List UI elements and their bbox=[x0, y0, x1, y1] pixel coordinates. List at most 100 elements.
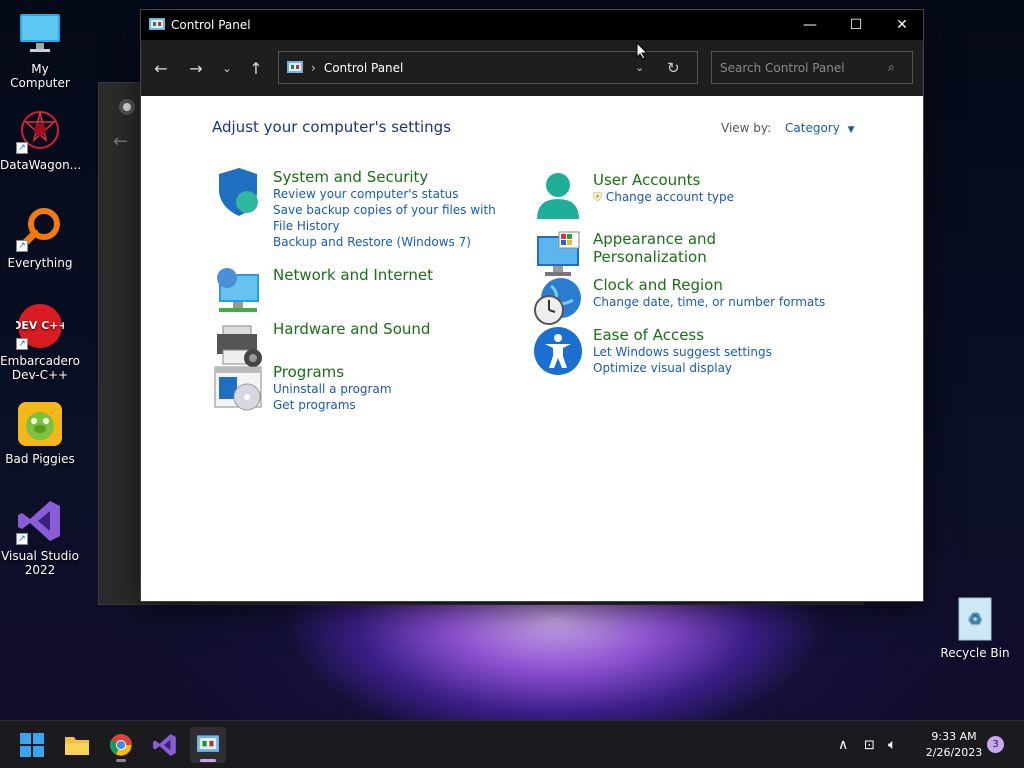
accessibility-icon bbox=[534, 327, 582, 375]
forward-button[interactable]: → bbox=[183, 56, 209, 80]
link-change-date-formats[interactable]: Change date, time, or number formats bbox=[593, 294, 825, 310]
notification-badge[interactable]: 3 bbox=[987, 736, 1004, 753]
breadcrumb-control-panel[interactable]: Control Panel bbox=[324, 61, 404, 75]
category-title[interactable]: User Accounts bbox=[593, 171, 734, 189]
category-system-security: System and Security Review your computer… bbox=[213, 168, 503, 250]
search-box[interactable]: ⌕ bbox=[711, 51, 913, 84]
desktop-icon-my-computer[interactable]: My Computer bbox=[0, 10, 80, 90]
title-bar[interactable]: Control Panel — ☐ ✕ bbox=[141, 10, 923, 40]
view-by: View by: Category ▼ bbox=[721, 121, 855, 135]
start-button[interactable] bbox=[14, 727, 50, 763]
clock-time: 9:33 AM bbox=[931, 730, 977, 743]
desktop-icon-label: Embarcadero Dev-C++ bbox=[0, 354, 80, 382]
volume-icon[interactable]: 🔈︎ bbox=[888, 721, 896, 768]
control-panel-content: Adjust your computer's settings View by:… bbox=[141, 96, 923, 601]
shield-icon bbox=[219, 168, 258, 216]
recycle-bin-icon: ♻ bbox=[958, 597, 992, 641]
network-tray-icon[interactable]: ⊡ bbox=[864, 721, 875, 768]
control-panel-icon bbox=[149, 18, 165, 30]
clock-globe-icon bbox=[534, 278, 581, 325]
system-clock[interactable]: 9:33 AM 2/26/2023 bbox=[918, 729, 990, 761]
shortcut-arrow-icon: ↗ bbox=[16, 338, 28, 350]
desktop-icon-bad-piggies[interactable]: Bad Piggies bbox=[0, 400, 80, 466]
monitor-icon bbox=[16, 10, 64, 58]
link-change-account-type-label: Change account type bbox=[605, 190, 735, 204]
active-indicator bbox=[200, 759, 216, 762]
close-button[interactable]: ✕ bbox=[879, 10, 925, 40]
desktop-icon-label: My Computer bbox=[10, 62, 70, 90]
link-file-history[interactable]: Save backup copies of your files with Fi… bbox=[273, 202, 503, 234]
category-appearance-personalization: Appearance and Personalization bbox=[533, 230, 833, 280]
desktop-icon-recycle-bin[interactable]: ♻ Recycle Bin bbox=[936, 596, 1014, 660]
category-title[interactable]: Appearance and Personalization bbox=[593, 230, 833, 266]
link-suggest-settings[interactable]: Let Windows suggest settings bbox=[593, 344, 772, 360]
category-clock-region: Clock and Region Change date, time, or n… bbox=[533, 276, 833, 326]
category-title[interactable]: Ease of Access bbox=[593, 326, 772, 344]
link-review-status[interactable]: Review your computer's status bbox=[273, 186, 503, 202]
taskbar: ∧ ⊡ 🔈︎ 9:33 AM 2/26/2023 bbox=[0, 720, 1024, 768]
desktop-icon-label: Visual Studio 2022 bbox=[1, 549, 79, 577]
user-icon bbox=[537, 173, 579, 219]
shortcut-arrow-icon: ↗ bbox=[16, 533, 28, 545]
search-icon[interactable]: ⌕ bbox=[888, 60, 895, 75]
search-input[interactable] bbox=[720, 60, 880, 75]
taskbar-file-explorer[interactable] bbox=[59, 727, 95, 763]
desktop-icon-label: Everything bbox=[7, 256, 73, 270]
category-title[interactable]: Hardware and Sound bbox=[273, 320, 430, 338]
refresh-button[interactable]: ↻ bbox=[667, 59, 680, 77]
maximize-button[interactable]: ☐ bbox=[833, 10, 879, 40]
uac-shield-icon: ⛨ bbox=[593, 190, 603, 204]
view-by-dropdown[interactable]: Category bbox=[785, 121, 840, 135]
svg-text:DEV C++: DEV C++ bbox=[16, 319, 64, 332]
recent-locations-button[interactable]: ⌄ bbox=[214, 56, 240, 80]
window-title: Control Panel bbox=[171, 18, 251, 32]
chrome-icon bbox=[109, 734, 132, 756]
category-title[interactable]: System and Security bbox=[273, 168, 503, 186]
link-get-programs[interactable]: Get programs bbox=[273, 397, 392, 413]
shortcut-arrow-icon: ↗ bbox=[16, 142, 28, 154]
visual-studio-icon bbox=[153, 734, 176, 756]
desktop-icon-datawagon[interactable]: ↗ DataWagon... bbox=[0, 106, 81, 172]
back-arrow-icon[interactable]: ← bbox=[113, 131, 128, 152]
show-hidden-icons-button[interactable]: ∧ bbox=[838, 721, 848, 768]
category-title[interactable]: Programs bbox=[273, 363, 392, 381]
control-panel-window[interactable]: Control Panel — ☐ ✕ ← → ⌄ ↑ › Control Pa… bbox=[140, 9, 924, 602]
category-user-accounts: User Accounts ⛨ Change account type bbox=[533, 171, 833, 221]
control-panel-icon bbox=[197, 735, 219, 752]
page-title: Adjust your computer's settings bbox=[212, 118, 452, 136]
folder-icon bbox=[65, 737, 89, 755]
taskbar-control-panel[interactable] bbox=[190, 727, 226, 763]
minimize-button[interactable]: — bbox=[787, 10, 833, 40]
shortcut-arrow-icon: ↗ bbox=[16, 240, 28, 252]
link-uninstall-program[interactable]: Uninstall a program bbox=[273, 381, 392, 397]
running-indicator bbox=[116, 759, 126, 762]
bad-piggies-icon bbox=[16, 400, 64, 448]
desktop-icon-visual-studio[interactable]: ↗ Visual Studio 2022 bbox=[0, 497, 80, 577]
desktop-icon-label: Bad Piggies bbox=[5, 452, 75, 466]
navigation-toolbar: ← → ⌄ ↑ › Control Panel ⌄ ↻ ⌕ bbox=[141, 40, 923, 96]
taskbar-visual-studio[interactable] bbox=[147, 727, 183, 763]
view-by-label: View by: bbox=[721, 121, 772, 135]
up-button[interactable]: ↑ bbox=[243, 56, 269, 80]
category-title[interactable]: Network and Internet bbox=[273, 266, 433, 284]
breadcrumb-separator-icon: › bbox=[311, 60, 316, 75]
taskbar-chrome[interactable] bbox=[103, 727, 139, 763]
mouse-cursor-icon bbox=[636, 42, 648, 60]
datawagon-icon: ↗ bbox=[16, 106, 64, 154]
category-title[interactable]: Clock and Region bbox=[593, 276, 825, 294]
address-dropdown-icon[interactable]: ⌄ bbox=[635, 61, 644, 74]
svg-text:♻: ♻ bbox=[968, 609, 982, 628]
link-change-account-type[interactable]: ⛨ Change account type bbox=[593, 189, 734, 205]
devcpp-icon: DEV C++ ↗ bbox=[12, 302, 68, 350]
network-icon bbox=[217, 268, 259, 312]
control-panel-icon bbox=[287, 60, 303, 73]
desktop-icon-everything[interactable]: ↗ Everything bbox=[0, 204, 80, 270]
link-optimize-display[interactable]: Optimize visual display bbox=[593, 360, 772, 376]
desktop-icon-devcpp[interactable]: DEV C++ ↗ Embarcadero Dev-C++ bbox=[0, 302, 80, 382]
address-bar[interactable]: › Control Panel ⌄ bbox=[278, 51, 698, 84]
category-ease-of-access: Ease of Access Let Windows suggest setti… bbox=[533, 326, 833, 376]
back-button[interactable]: ← bbox=[148, 56, 174, 80]
link-backup-restore[interactable]: Backup and Restore (Windows 7) bbox=[273, 234, 503, 250]
chevron-down-icon[interactable]: ▼ bbox=[848, 125, 855, 135]
visual-studio-icon: ↗ bbox=[16, 497, 64, 545]
